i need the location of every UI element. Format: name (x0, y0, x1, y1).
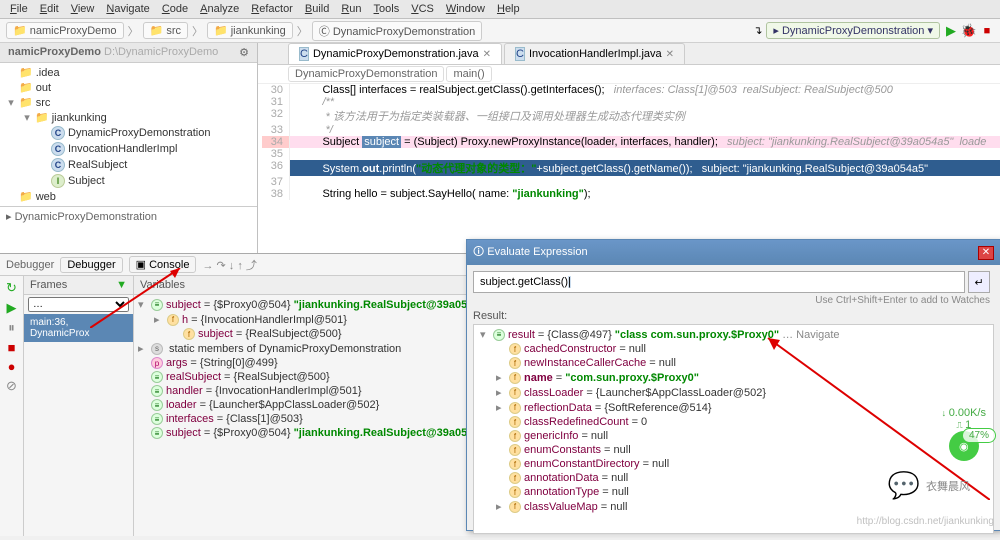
run-icon[interactable]: ▶ (944, 24, 958, 38)
pause-icon: ⏸ (8, 320, 15, 336)
rerun-icon: ↻ (6, 280, 17, 296)
variable-row[interactable]: ▸f reflectionData = {SoftReference@514} (476, 400, 991, 415)
menu-tools[interactable]: Tools (374, 3, 400, 15)
project-node[interactable]: 📁out (0, 80, 257, 95)
frames-filter-icon[interactable]: ▼ (116, 279, 127, 291)
variable-row[interactable]: f genericInfo = null (476, 429, 991, 443)
menu-bar: File Edit View Navigate Code Analyze Refactor B… (0, 0, 1000, 19)
variable-row[interactable]: f classRedefinedCount = 0 (476, 415, 991, 429)
project-node[interactable]: ▾📁src (0, 95, 257, 110)
breakpoints-icon: ● (8, 359, 16, 374)
progress-badge: 47% (962, 428, 996, 443)
mute-bp-icon: ⊘ (6, 378, 17, 394)
project-node[interactable]: ▾📁jiankunking (0, 110, 257, 125)
close-tab-icon[interactable]: ✕ (666, 49, 674, 60)
menu-navigate[interactable]: Navigate (106, 3, 149, 15)
variable-row[interactable]: ▾≡ result = {Class@497} "class com.sun.p… (476, 327, 991, 342)
project-settings-icon[interactable]: ⚙ (239, 46, 249, 59)
variable-row[interactable]: f newInstanceCallerCache = null (476, 356, 991, 370)
result-label: Result: (473, 308, 994, 324)
breadcrumb-item[interactable]: Ⓒ DynamicProxyDemonstration (312, 21, 483, 41)
breadcrumb: 📁 namicProxyDemo〉📁 src〉📁 jiankunking〉Ⓒ D… (6, 21, 753, 41)
menu-build[interactable]: Build (305, 3, 329, 15)
close-tab-icon[interactable]: ✕ (483, 49, 491, 60)
menu-edit[interactable]: Edit (40, 3, 59, 15)
code-area[interactable]: 30 Class[] interfaces = realSubject.getC… (258, 84, 1000, 200)
project-node[interactable]: CInvocationHandlerImpl (0, 141, 257, 157)
url-watermark: http://blog.csdn.net/jiankunking (857, 516, 994, 527)
editor-tabs: CDynamicProxyDemonstration.java✕CInvocat… (258, 43, 1000, 65)
project-node[interactable]: CDynamicProxyDemonstration (0, 125, 257, 141)
editor-tab[interactable]: CInvocationHandlerImpl.java✕ (504, 43, 685, 64)
project-tool-window: namicProxyDemo D:\DynamicProxyDemo⚙ 📁.id… (0, 43, 258, 253)
run-config-select[interactable]: ▸ DynamicProxyDemonstration ▾ (766, 22, 940, 39)
debugger-tab[interactable]: Debugger (60, 257, 122, 273)
project-node[interactable]: 📁.idea (0, 65, 257, 80)
nav-toolbar: 📁 namicProxyDemo〉📁 src〉📁 jiankunking〉Ⓒ D… (0, 19, 1000, 43)
hint-text: Use Ctrl+Shift+Enter to add to Watches (473, 293, 994, 308)
frames-panel: Frames▼ … main:36, DynamicProx (24, 276, 134, 536)
project-node[interactable]: 📁web (0, 189, 257, 204)
stack-frame[interactable]: main:36, DynamicProx (24, 314, 133, 342)
variable-row[interactable]: ▸f classValueMap = null (476, 499, 991, 514)
thread-select[interactable]: … (28, 297, 129, 312)
wechat-icon: 💬 (888, 470, 920, 501)
wechat-watermark: 💬衣舞晨风 (888, 470, 970, 501)
stop-icon[interactable]: ■ (980, 24, 994, 38)
breadcrumb-item[interactable]: 📁 namicProxyDemo (6, 22, 124, 39)
menu-help[interactable]: Help (497, 3, 520, 15)
menu-analyze[interactable]: Analyze (200, 3, 239, 15)
project-node[interactable]: ISubject (0, 173, 257, 189)
menu-run[interactable]: Run (341, 3, 361, 15)
step-tools[interactable]: → ↷ ↓ ↑ ⤴ (202, 257, 256, 273)
menu-vcs[interactable]: VCS (411, 3, 434, 15)
run-prev-icon[interactable]: ↴ (753, 24, 762, 37)
stop-icon: ■ (8, 340, 16, 355)
editor-tab[interactable]: CDynamicProxyDemonstration.java✕ (288, 43, 502, 64)
debug-icon[interactable]: 🐞 (962, 24, 976, 38)
editor-breadcrumb: DynamicProxyDemonstrationmain() (258, 65, 1000, 84)
menu-file[interactable]: File (10, 3, 28, 15)
result-tree[interactable]: ▾≡ result = {Class@497} "class com.sun.p… (473, 324, 994, 534)
editor: CDynamicProxyDemonstration.java✕CInvocat… (258, 43, 1000, 253)
variable-row[interactable]: f enumConstants = null (476, 443, 991, 457)
evaluate-button[interactable]: ↵ (968, 271, 990, 293)
menu-code[interactable]: Code (162, 3, 188, 15)
breadcrumb-item[interactable]: 📁 jiankunking (207, 22, 293, 39)
variable-row[interactable]: f enumConstantDirectory = null (476, 457, 991, 471)
dialog-title-bar[interactable]: 🛈 Evaluate Expression ✕ (467, 240, 1000, 265)
menu-refactor[interactable]: Refactor (251, 3, 293, 15)
breadcrumb-item[interactable]: 📁 src (143, 22, 188, 39)
menu-window[interactable]: Window (446, 3, 485, 15)
menu-view[interactable]: View (71, 3, 95, 15)
variable-row[interactable]: ▸f name = "com.sun.proxy.$Proxy0" (476, 370, 991, 385)
expression-input[interactable]: subject.getClass()| (473, 271, 965, 293)
variable-row[interactable]: ▸f classLoader = {Launcher$AppClassLoade… (476, 385, 991, 400)
project-node[interactable]: CRealSubject (0, 157, 257, 173)
console-tab[interactable]: ▣ Console (129, 256, 197, 273)
resume-icon: ▶ (7, 300, 17, 316)
debug-side-controls[interactable]: ↻ ▶ ⏸ ■ ● ⊘ (0, 276, 24, 536)
close-icon[interactable]: ✕ (978, 246, 994, 260)
variable-row[interactable]: f cachedConstructor = null (476, 342, 991, 356)
debug-config-tab[interactable]: ▸ DynamicProxyDemonstration (0, 206, 257, 226)
